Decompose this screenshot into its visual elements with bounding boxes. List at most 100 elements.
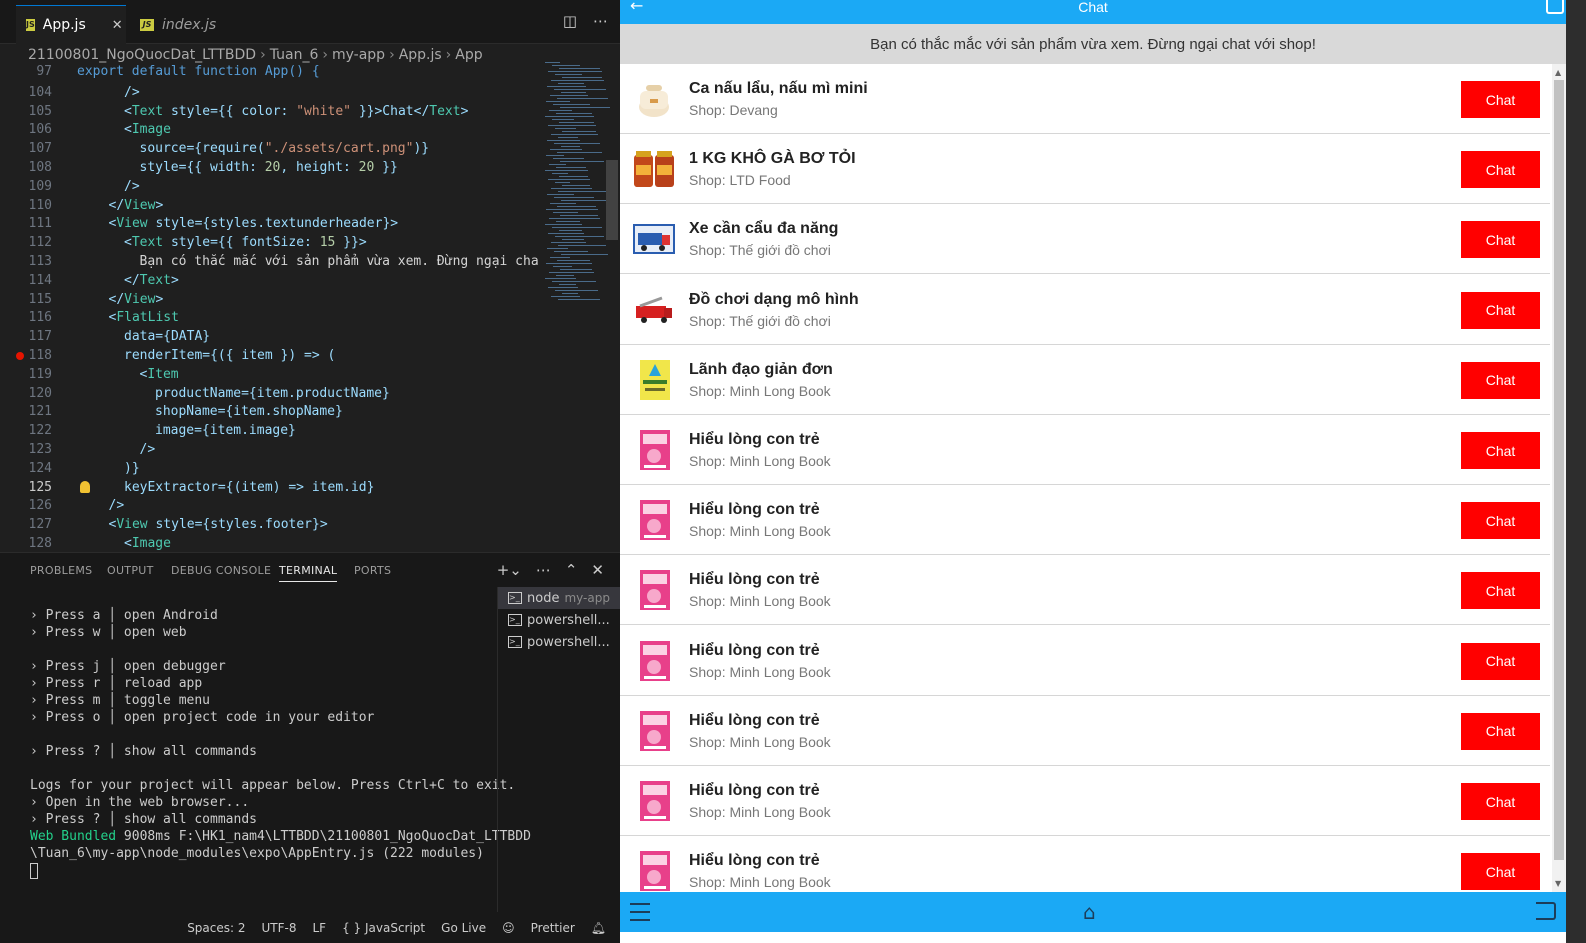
chat-button[interactable]: Chat — [1461, 783, 1540, 820]
breadcrumb-item[interactable]: 21100801_NgoQuocDat_LTTBDD — [28, 47, 256, 63]
code-line: 106 <Image — [0, 120, 540, 139]
product-name: Lãnh đạo giản đơn — [689, 360, 833, 378]
tab-debug-console[interactable]: DEBUG CONSOLE — [171, 564, 271, 577]
code-line: 122 image={item.image} — [0, 421, 540, 440]
code-text: productName={item.productName} — [155, 385, 390, 401]
menu-icon[interactable] — [630, 903, 650, 921]
line-number: 113 — [28, 254, 52, 269]
shop-name: Shop: Minh Long Book — [689, 593, 831, 610]
code-text: </Text> — [124, 272, 179, 288]
line-number: 97 — [36, 64, 52, 79]
chat-button[interactable]: Chat — [1461, 432, 1540, 469]
tab-index-js[interactable]: JS index.js — [130, 5, 248, 44]
code-line: 108 style={{ width: 20, height: 20 }} — [0, 158, 540, 177]
more-actions-icon[interactable]: ⋯ — [536, 561, 551, 579]
chat-button[interactable]: Chat — [1461, 221, 1540, 259]
code-line: 107 source={require("./assets/cart.png")} — [0, 139, 540, 158]
code-text: <View style={styles.textunderheader}> — [108, 216, 399, 232]
code-line: 112 <Text style={{ fontSize: 15 }}> — [0, 233, 540, 252]
status-prettier[interactable]: Prettier — [531, 921, 575, 935]
product-image — [632, 147, 676, 191]
line-number: 123 — [28, 442, 52, 457]
terminal-cursor — [30, 862, 38, 879]
code-line: 116 <FlatList — [0, 308, 540, 327]
code-line: 120 productName={item.productName} — [0, 384, 540, 403]
split-editor-icon[interactable]: ◫ — [563, 12, 577, 30]
code-line: 126 /> — [0, 496, 540, 515]
chat-button[interactable]: Chat — [1461, 572, 1540, 610]
bell-icon[interactable]: 🔔︎ — [591, 921, 606, 935]
terminal-instance[interactable]: >_ node my-app — [498, 587, 620, 609]
new-terminal-icon[interactable]: +⌄ — [497, 561, 522, 579]
js-file-icon: JS — [140, 18, 154, 31]
shop-name: Shop: Minh Long Book — [689, 733, 831, 750]
tab-output[interactable]: OUTPUT — [107, 564, 154, 577]
cart-icon[interactable] — [1546, 0, 1564, 14]
list-scrollbar[interactable]: ▲ ▼ — [1552, 64, 1566, 892]
close-icon[interactable]: ✕ — [112, 18, 123, 33]
product-list[interactable]: Ca nấu lẩu, nấu mì mini Shop: Devang Chat 1… — [620, 64, 1550, 892]
code-line: 115 </View> — [0, 290, 540, 309]
terminal-line: Web Bundled 9008ms F:\HK1_nam4\LTTBDD\21… — [30, 828, 531, 845]
status-indent[interactable]: Spaces: 2 — [187, 921, 245, 935]
list-item: Xe cần cẩu đa năng Shop: Thế giới đồ chơi… — [620, 204, 1550, 275]
code-line: 123 /> — [0, 440, 540, 459]
product-name: Hiểu lòng con trẻ — [689, 641, 820, 659]
maximize-panel-icon[interactable]: ⌃ — [565, 561, 578, 579]
line-number: 115 — [28, 291, 52, 307]
tab-app-js[interactable]: JS App.js ✕ — [16, 5, 126, 44]
list-item: Hiểu lòng con trẻ Shop: Minh Long Book Cha… — [620, 415, 1550, 485]
terminal-output[interactable]: › Press a │ open Android › Press w │ open… — [30, 607, 531, 879]
breadcrumb-item[interactable]: App.js — [399, 47, 442, 63]
list-item: 1 KG KHÔ GÀ BƠ TỎI Shop: LTD Food Chat — [620, 134, 1550, 205]
terminal-instance[interactable]: >_ powershell... — [498, 609, 620, 631]
editor-scrollbar[interactable] — [606, 160, 618, 240]
terminal-sub: my-app — [564, 591, 610, 605]
code-line: 127 <View style={styles.footer}> — [0, 515, 540, 534]
chat-button[interactable]: Chat — [1461, 712, 1540, 750]
chat-button[interactable]: Chat — [1461, 853, 1540, 891]
code-editor[interactable]: 97 export default function App() {104/> 10… — [0, 62, 540, 550]
code-text: keyExtractor={(item) => item.id} — [124, 479, 375, 495]
terminal-line: \Tuan_6\my-app\node_modules\expo\AppEntr… — [30, 846, 484, 861]
status-eol[interactable]: LF — [312, 921, 326, 935]
code-line: 110 </View> — [0, 196, 540, 215]
chat-button[interactable]: Chat — [1461, 291, 1540, 329]
more-actions-icon[interactable]: ⋯ — [593, 12, 608, 30]
chat-button[interactable]: Chat — [1461, 361, 1540, 399]
terminal-line: › Press j │ open debugger — [30, 659, 226, 674]
return-icon[interactable] — [1536, 902, 1556, 920]
breadcrumb-item[interactable]: Tuan_6 — [270, 47, 319, 63]
minimap[interactable] — [540, 62, 614, 552]
tab-terminal[interactable]: TERMINAL — [279, 564, 338, 582]
chat-button[interactable]: Chat — [1461, 81, 1540, 118]
code-line: 111 <View style={styles.textunderheader}> — [0, 214, 540, 233]
breadcrumb-item[interactable]: my-app — [332, 47, 385, 63]
product-name: Hiểu lòng con trẻ — [689, 852, 820, 870]
code-text: /> — [124, 84, 140, 100]
product-image — [632, 428, 676, 472]
chat-button[interactable]: Chat — [1461, 502, 1540, 540]
code-text: <Image — [124, 122, 171, 138]
chat-button[interactable]: Chat — [1461, 642, 1540, 680]
breakpoint-icon[interactable] — [16, 352, 24, 360]
copilot-icon[interactable]: ☺ — [502, 921, 515, 935]
lightbulb-icon[interactable] — [80, 480, 90, 493]
code-text: <Item — [139, 366, 179, 382]
code-text: <FlatList — [108, 310, 179, 326]
line-number: 125 — [28, 479, 52, 495]
tab-ports[interactable]: PORTS — [354, 564, 391, 577]
line-number: 116 — [28, 310, 52, 326]
product-image — [632, 849, 676, 892]
close-panel-icon[interactable]: ✕ — [591, 561, 604, 579]
code-line: 128 <Image — [0, 534, 540, 550]
terminal-instance[interactable]: >_ powershell... — [498, 631, 620, 653]
tab-problems[interactable]: PROBLEMS — [30, 564, 92, 577]
home-icon[interactable]: ⌂ — [1083, 902, 1103, 922]
status-language[interactable]: { } JavaScript — [342, 921, 425, 935]
status-encoding[interactable]: UTF-8 — [262, 921, 297, 935]
chat-button[interactable]: Chat — [1461, 151, 1540, 189]
status-go-live[interactable]: Go Live — [441, 921, 486, 935]
breadcrumb-item[interactable]: App — [455, 47, 482, 63]
